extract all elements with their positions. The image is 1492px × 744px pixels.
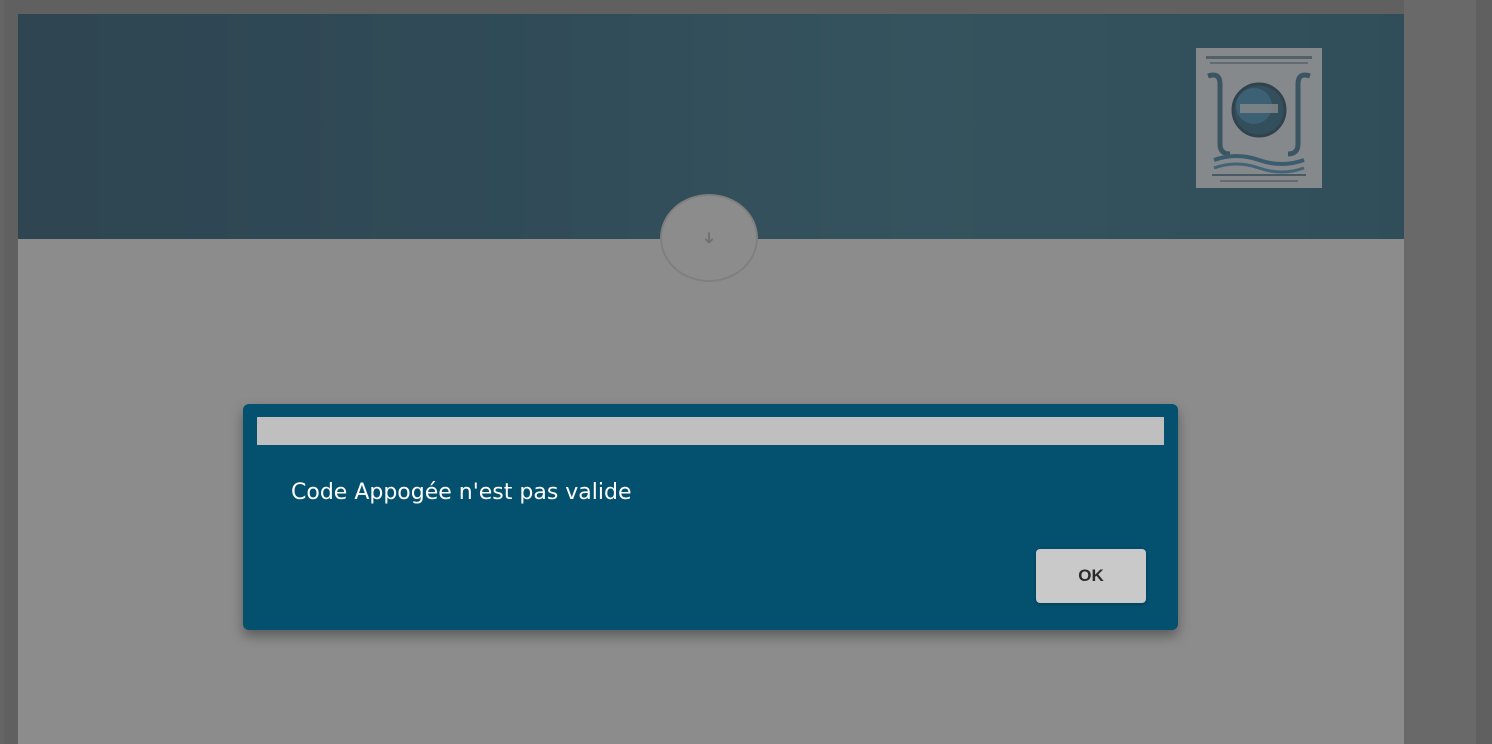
- dialog-message: Code Appogée n'est pas valide: [291, 480, 632, 505]
- dialog-titlebar: [257, 417, 1164, 445]
- ok-button[interactable]: OK: [1036, 549, 1146, 603]
- browser-viewport: ➜ Code Appogée n'est pas valide OK: [0, 0, 1492, 744]
- modal-overlay: [0, 0, 1492, 744]
- alert-dialog: Code Appogée n'est pas valide OK: [243, 404, 1178, 630]
